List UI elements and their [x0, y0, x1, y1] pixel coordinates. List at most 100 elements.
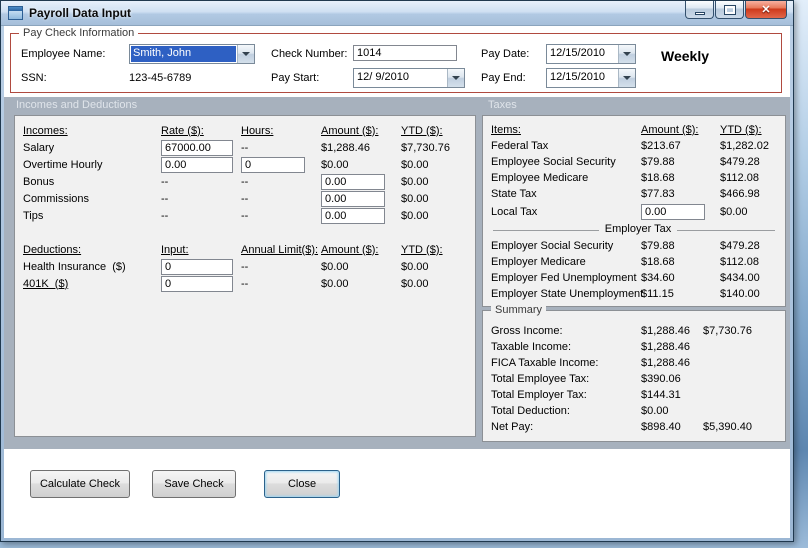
- pay-start-value: 12/ 9/2010: [357, 71, 409, 83]
- salary-rate-input[interactable]: [161, 139, 233, 156]
- employer-medicare-amount: $18.68: [641, 256, 675, 268]
- tax-row-state: State Tax $77.83 $466.98: [491, 186, 785, 202]
- pay-start-datepicker[interactable]: 12/ 9/2010: [353, 68, 465, 88]
- check-number-label: Check Number:: [271, 48, 348, 60]
- income-label: Tips: [23, 209, 44, 222]
- summary-row-fica-taxable-income: FICA Taxable Income: $1,288.46: [491, 355, 785, 371]
- overtime-rate-input[interactable]: [161, 156, 233, 173]
- tax-row-federal: Federal Tax $213.67 $1,282.02: [491, 138, 785, 154]
- chevron-down-icon[interactable]: [447, 69, 464, 87]
- fica-taxable-income-value: $1,288.46: [641, 357, 690, 369]
- incomes-deductions-section-header: Incomes and Deductions: [16, 99, 138, 111]
- income-label: Bonus: [23, 175, 55, 188]
- main-band: Incomes and Deductions Taxes Incomes: Ra…: [4, 97, 790, 449]
- summary-label-text: Taxable Income:: [491, 341, 572, 353]
- tax-label: Employer State Unemployment: [491, 288, 644, 300]
- deduction-row-401k: 401K ($) -- $0.00 $0.00: [23, 275, 475, 292]
- income-label: Overtime Hourly: [23, 158, 103, 171]
- summary-label-text: Gross Income:: [491, 325, 563, 337]
- minimize-button[interactable]: [685, 1, 714, 19]
- minimize-icon: [694, 11, 705, 15]
- summary-panel: Summary Gross Income: $1,288.46 $7,730.7…: [482, 304, 786, 442]
- ssn-value: 123-45-6789: [129, 72, 192, 84]
- maximize-button[interactable]: [715, 1, 744, 19]
- pay-frequency-label: Weekly: [661, 48, 709, 64]
- employee-name-value: Smith, John: [131, 46, 236, 62]
- summary-row-taxable-income: Taxable Income: $1,288.46: [491, 339, 785, 355]
- tax-row-employer-ss: Employer Social Security $79.88 $479.28: [491, 238, 785, 254]
- local-tax-input[interactable]: [641, 203, 705, 220]
- tax-row-local: Local Tax $0.00: [491, 202, 785, 221]
- check-number-input[interactable]: [353, 45, 457, 61]
- gross-income-value: $1,288.46: [641, 325, 690, 337]
- summary-label-text: Total Deduction:: [491, 405, 570, 417]
- commissions-amount-input[interactable]: [321, 190, 385, 207]
- commissions-hours-value: --: [241, 192, 249, 205]
- tips-amount-input[interactable]: [321, 207, 385, 224]
- employee-name-combobox[interactable]: Smith, John: [129, 44, 255, 64]
- bonus-ytd-value: $0.00: [401, 175, 429, 188]
- income-row-overtime: Overtime Hourly $0.00 $0.00: [23, 156, 475, 173]
- window-title: Payroll Data Input: [29, 6, 132, 20]
- calculate-check-button[interactable]: Calculate Check: [30, 470, 130, 498]
- total-deduction-value: $0.00: [641, 405, 669, 417]
- save-check-button[interactable]: Save Check: [152, 470, 236, 498]
- federal-tax-ytd: $1,282.02: [720, 140, 769, 152]
- tax-row-employer-state-unemployment: Employer State Unemployment $11.15 $140.…: [491, 286, 785, 302]
- col-header-amount: Amount ($):: [321, 124, 379, 137]
- close-button[interactable]: Close: [264, 470, 340, 498]
- net-pay-ytd: $5,390.40: [703, 421, 752, 433]
- 401k-input[interactable]: [161, 275, 233, 292]
- tax-label: Employer Fed Unemployment: [491, 272, 637, 284]
- tax-label: Employee Social Security: [491, 156, 616, 168]
- close-window-button[interactable]: ✕: [745, 1, 787, 19]
- tips-hours-value: --: [241, 209, 249, 222]
- commissions-ytd-value: $0.00: [401, 192, 429, 205]
- summary-row-total-deduction: Total Deduction: $0.00: [491, 403, 785, 419]
- overtime-hours-input[interactable]: [241, 156, 305, 173]
- col-header-tax-amount: Amount ($):: [641, 124, 699, 136]
- health-insurance-input[interactable]: [161, 258, 233, 275]
- tax-label: Employer Social Security: [491, 240, 614, 252]
- taxes-header-row: Items: Amount ($): YTD ($):: [491, 122, 785, 138]
- taxable-income-value: $1,288.46: [641, 341, 690, 353]
- pay-end-datepicker[interactable]: 12/15/2010: [546, 68, 636, 88]
- app-icon: [8, 6, 23, 20]
- tax-label: State Tax: [491, 188, 537, 200]
- income-row-bonus: Bonus -- -- $0.00: [23, 173, 475, 190]
- 401k-amount-value: $0.00: [321, 277, 349, 290]
- chevron-down-icon[interactable]: [237, 45, 254, 63]
- tips-rate-value: --: [161, 209, 169, 222]
- tax-row-employer-medicare: Employer Medicare $18.68 $112.08: [491, 254, 785, 270]
- tax-row-employer-fed-unemployment: Employer Fed Unemployment $34.60 $434.00: [491, 270, 785, 286]
- paycheck-info-group: Pay Check Information Employee Name: Smi…: [10, 27, 782, 93]
- employer-fed-unemp-ytd: $434.00: [720, 272, 760, 284]
- summary-row-net-pay: Net Pay: $898.40 $5,390.40: [491, 419, 785, 435]
- maximize-icon: [723, 4, 736, 15]
- employer-medicare-ytd: $112.08: [720, 256, 759, 268]
- income-label: Salary: [23, 141, 55, 154]
- col-header-ded-ytd: YTD ($):: [401, 243, 443, 256]
- bonus-amount-input[interactable]: [321, 173, 385, 190]
- bonus-hours-value: --: [241, 175, 249, 188]
- chevron-down-icon[interactable]: [618, 45, 635, 63]
- income-row-tips: Tips -- -- $0.00: [23, 207, 475, 224]
- chevron-down-icon[interactable]: [618, 69, 635, 87]
- pay-start-label: Pay Start:: [271, 72, 320, 84]
- col-header-tax-ytd: YTD ($):: [720, 124, 762, 136]
- pay-end-value: 12/15/2010: [550, 71, 606, 83]
- employer-state-unemp-ytd: $140.00: [720, 288, 760, 300]
- col-header-rate: Rate ($):: [161, 124, 204, 137]
- 401k-link[interactable]: 401K ($): [23, 278, 161, 290]
- employer-state-unemp-amount: $11.15: [641, 288, 674, 300]
- payroll-window: Payroll Data Input ✕ Pay Check Informati…: [0, 0, 794, 542]
- state-tax-amount: $77.83: [641, 188, 675, 200]
- pay-date-datepicker[interactable]: 12/15/2010: [546, 44, 636, 64]
- titlebar[interactable]: Payroll Data Input ✕: [1, 1, 793, 26]
- employer-tax-separator: Employer Tax: [491, 223, 785, 238]
- salary-amount-value: $1,288.46: [321, 141, 370, 154]
- tips-ytd-value: $0.00: [401, 209, 429, 222]
- deductions-header-row: Deductions: Input: Annual Limit($): Amou…: [23, 241, 475, 258]
- salary-ytd-value: $7,730.76: [401, 141, 450, 154]
- health-insurance-annual-limit: --: [241, 260, 249, 273]
